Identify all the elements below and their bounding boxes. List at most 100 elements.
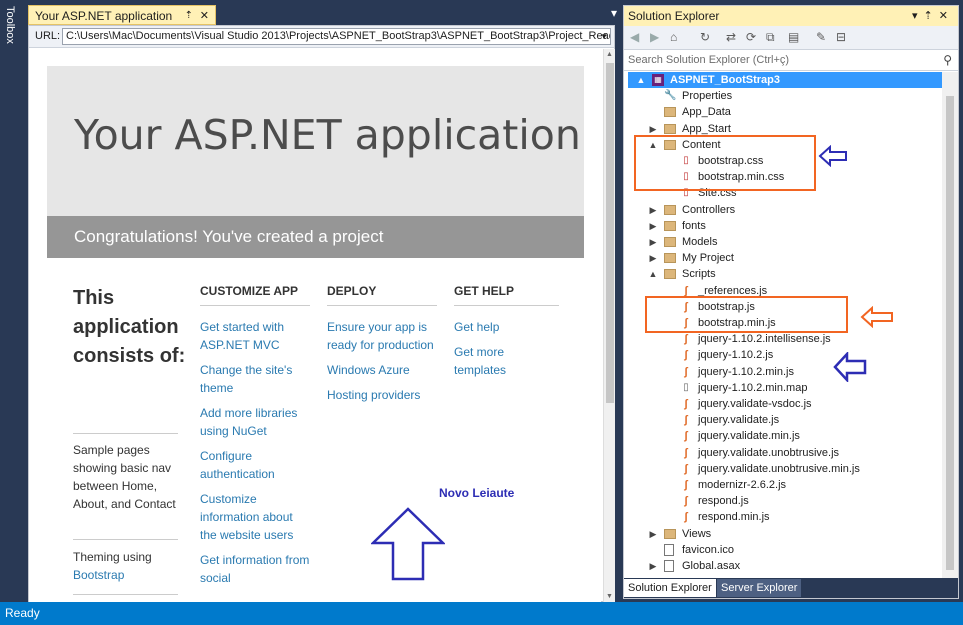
link-configure-auth[interactable]: Configure authentication (200, 447, 310, 483)
hero-band: Congratulations! You've created a projec… (47, 216, 584, 258)
scroll-up-icon[interactable]: ▲ (606, 51, 613, 58)
tree-node[interactable]: ʃ jquery.validate.unobtrusive.min.js (624, 461, 942, 477)
link-windows-azure[interactable]: Windows Azure (327, 361, 437, 379)
link-add-libraries[interactable]: Add more libraries using NuGet (200, 404, 310, 440)
link-hosting-providers[interactable]: Hosting providers (327, 386, 437, 404)
pending-changes-icon[interactable]: ⇄ (726, 30, 736, 44)
tree-node[interactable]: ▯ jquery-1.10.2.min.map (624, 380, 942, 396)
tree-node[interactable]: ʃ jquery.validate.unobtrusive.js (624, 445, 942, 461)
tree-node[interactable]: ʃ modernizr-2.6.2.js (624, 477, 942, 493)
expand-icon[interactable]: ▶ (648, 558, 658, 574)
tree-node[interactable]: ʃ jquery-1.10.2.min.js (624, 364, 942, 380)
chevron-down-icon[interactable]: ▾ (611, 6, 617, 20)
bootstrap-link[interactable]: Bootstrap (73, 566, 183, 584)
collapse-icon[interactable]: ▲ (648, 266, 658, 282)
tree-node[interactable]: App_Data (624, 104, 942, 120)
tree-node-label: respond.min.js (698, 511, 770, 523)
scrollbar-thumb[interactable] (606, 63, 614, 403)
solution-scrollbar[interactable] (942, 72, 958, 580)
js-file-icon: ʃ (684, 447, 688, 459)
solution-explorer-title-text: Solution Explorer (628, 9, 720, 23)
tree-node[interactable]: ▶ fonts (624, 218, 942, 234)
expand-icon[interactable]: ▶ (648, 234, 658, 250)
link-production[interactable]: Ensure your app is ready for production (327, 318, 437, 354)
tree-node[interactable]: ʃ jquery-1.10.2.js (624, 347, 942, 363)
link-get-started[interactable]: Get started with ASP.NET MVC (200, 318, 310, 354)
theming-text: Theming using (73, 550, 152, 564)
tab-solution-explorer[interactable]: Solution Explorer (624, 579, 716, 597)
expand-icon[interactable]: ▶ (648, 218, 658, 234)
arrow-left-icon (860, 306, 893, 328)
link-customize-info[interactable]: Customize information about the website … (200, 490, 310, 544)
scroll-down-icon[interactable]: ▼ (606, 593, 613, 600)
tree-node[interactable]: ▶ My Project (624, 250, 942, 266)
show-all-files-icon[interactable]: ▤ (788, 30, 799, 44)
map-file-icon: ▯ (683, 382, 689, 393)
folder-icon (664, 205, 676, 215)
arrow-left-icon (818, 145, 847, 167)
highlight-box (645, 296, 848, 333)
tree-node-label: jquery-1.10.2.intellisense.js (698, 333, 831, 345)
js-file-icon: ʃ (684, 398, 688, 410)
js-file-icon: ʃ (684, 479, 688, 491)
close-icon[interactable]: ✕ (200, 6, 209, 26)
toolbox-label[interactable]: Toolbox (4, 6, 16, 44)
tree-node[interactable]: ʃ jquery.validate.min.js (624, 428, 942, 444)
tab-server-explorer[interactable]: Server Explorer (717, 579, 802, 597)
tree-node-label: Scripts (682, 268, 716, 280)
url-input[interactable]: C:\Users\Mac\Documents\Visual Studio 201… (62, 28, 611, 45)
expand-icon[interactable]: ▶ (648, 526, 658, 542)
help-column: GET HELP Get help Get more templates (454, 284, 559, 386)
chevron-down-icon[interactable]: ▼ (600, 29, 608, 44)
link-social[interactable]: Get information from social (200, 551, 310, 587)
tree-node[interactable]: ʃ respond.min.js (624, 509, 942, 525)
tree-node[interactable]: ʃ respond.js (624, 493, 942, 509)
js-file-icon: ʃ (684, 333, 688, 345)
expand-icon[interactable]: ▶ (648, 250, 658, 266)
tree-node[interactable]: ▲ Scripts (624, 266, 942, 282)
back-icon[interactable]: ◀ (630, 30, 639, 44)
toolbox-strip[interactable]: Toolbox (0, 0, 24, 602)
link-more-templates[interactable]: Get more templates (454, 343, 559, 379)
collapse-icon[interactable]: ▲ (636, 72, 646, 88)
tree-node[interactable]: 🔧 Properties (624, 88, 942, 104)
divider (327, 305, 437, 306)
sync-icon[interactable]: ↻ (700, 30, 710, 44)
tree-node[interactable]: ▶ Global.asax (624, 558, 942, 574)
browser-scrollbar[interactable]: ▲ ▼ (603, 49, 615, 602)
refresh-icon[interactable]: ⟳ (746, 30, 756, 44)
tree-node[interactable]: ʃ jquery.validate-vsdoc.js (624, 396, 942, 412)
pin-icon[interactable]: ⇡ (185, 6, 193, 26)
solution-search-box[interactable]: Search Solution Explorer (Ctrl+ç) ⚲ (624, 51, 958, 71)
project-icon: ▦ (652, 74, 664, 86)
tree-node-label: Properties (682, 90, 733, 102)
tree-node[interactable]: ▶ Models (624, 234, 942, 250)
tree-node[interactable]: ▲ ▦ ASPNET_BootStrap3 (628, 72, 942, 88)
annotation-label: Novo Leiaute (439, 486, 515, 500)
preview-icon[interactable]: ⊟ (836, 30, 846, 44)
tree-node[interactable]: ʃ jquery-1.10.2.intellisense.js (624, 331, 942, 347)
properties-icon[interactable]: ✎ (816, 30, 826, 44)
browser-preview: Your ASP.NET application Congratulations… (29, 49, 601, 602)
scrollbar-thumb[interactable] (946, 96, 954, 570)
collapse-all-icon[interactable]: ⧉ (766, 30, 775, 45)
tree-node-label: jquery-1.10.2.min.js (698, 366, 794, 378)
link-get-help[interactable]: Get help (454, 318, 559, 336)
solution-explorer-toolbar: ◀ ▶ ⌂ ↻ ⇄ ⟳ ⧉ ▤ ✎ ⊟ (624, 26, 958, 50)
search-icon[interactable]: ⚲ (943, 53, 952, 67)
tree-node-label: favicon.ico (682, 544, 734, 556)
tree-node[interactable]: ▶ Controllers (624, 202, 942, 218)
tree-node[interactable]: ʃ jquery.validate.js (624, 412, 942, 428)
forward-icon[interactable]: ▶ (650, 30, 659, 44)
tree-node[interactable]: ▶ Views (624, 526, 942, 542)
document-tab[interactable]: Your ASP.NET application ⇡ ✕ (28, 5, 216, 25)
tree-node-label: jquery.validate.unobtrusive.js (698, 447, 840, 459)
tree-node-label: Controllers (682, 204, 736, 216)
home-icon[interactable]: ⌂ (670, 30, 677, 44)
expand-icon[interactable]: ▶ (648, 202, 658, 218)
tree-node-label: My Project (682, 252, 734, 264)
link-change-theme[interactable]: Change the site's theme (200, 361, 310, 397)
window-controls[interactable]: ▾⇡✕ (912, 6, 954, 26)
search-input[interactable]: Search Solution Explorer (Ctrl+ç) (628, 54, 789, 66)
tree-node[interactable]: favicon.ico (624, 542, 942, 558)
